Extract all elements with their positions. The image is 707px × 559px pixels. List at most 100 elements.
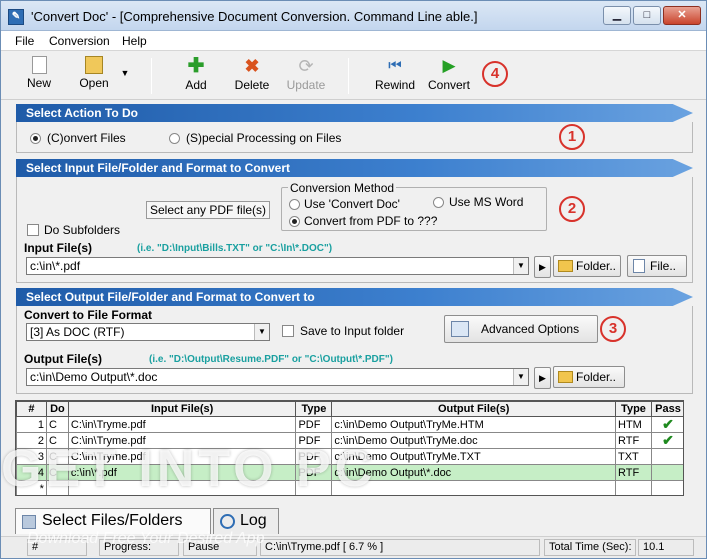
new-button[interactable]: New [23,56,55,90]
input-files-hint: (i.e. "D:\Input\Bills.TXT" or "C:\In\*.D… [137,243,333,254]
row-do: C [45,448,69,465]
column-header-input[interactable]: Input File(s) [67,401,297,417]
menu-conversion[interactable]: Conversion [49,34,110,48]
open-dropdown-arrow-icon[interactable]: ▼ [119,68,131,78]
row-number: 2 [16,432,47,449]
convert-button[interactable]: ▶ Convert [426,56,472,92]
input-files-combo[interactable]: c:\in\*.pdf ▼ [26,257,529,275]
input-panel: Select any PDF file(s) Do Subfolders Con… [16,177,693,283]
rewind-button[interactable]: ⏮ Rewind [373,56,417,92]
row-output-type: RTF [615,432,652,449]
settings-window-icon [451,321,469,337]
column-header-input-type[interactable]: Type [295,401,333,417]
tab-log[interactable]: Log [213,508,279,534]
row-output: c:\in\Demo Output\TryMe.TXT [331,448,616,465]
file-icon [633,259,645,273]
row-number: * [16,480,47,495]
row-do: C [45,416,69,433]
convert-files-radio[interactable] [30,133,41,144]
add-button[interactable]: ✚ Add [182,56,210,92]
row-output-type [615,480,652,495]
play-icon: ▶ [442,56,456,75]
callout-marker-3: 3 [600,316,626,342]
row-output: c:\in\Demo Output\TryMe.doc [331,432,616,449]
grid-header-row: # Do Input File(s) Type Output File(s) T… [16,401,683,417]
delete-x-icon: ✖ [244,56,260,76]
use-convert-doc-radio[interactable] [289,199,300,210]
files-grid[interactable]: # Do Input File(s) Type Output File(s) T… [15,400,684,496]
input-folder-label: Folder.. [576,259,617,273]
convert-files-label[interactable]: (C)onvert Files [47,131,126,145]
title-bar[interactable]: ✎ 'Convert Doc' - [Comprehensive Documen… [1,1,706,31]
tab-select-files-folders[interactable]: Select Files/Folders [15,508,211,534]
advanced-options-button[interactable]: Advanced Options [444,315,598,343]
column-header-do[interactable]: Do [45,401,69,417]
special-processing-label[interactable]: (S)pecial Processing on Files [186,131,341,145]
save-to-input-checkbox[interactable] [282,325,294,337]
file-format-select[interactable]: [3] As DOC (RTF) ▼ [26,323,270,341]
convert-from-pdf-label[interactable]: Convert from PDF to ??? [304,214,437,228]
use-convert-doc-label[interactable]: Use 'Convert Doc' [304,197,400,211]
output-files-combo[interactable]: c:\in\Demo Output\*.doc ▼ [26,368,529,386]
status-current-file: C:\in\Tryme.pdf [ 6.7 % ] [260,539,540,556]
do-subfolders-label[interactable]: Do Subfolders [44,223,120,237]
table-row-new[interactable]: * [16,480,683,495]
save-to-input-label[interactable]: Save to Input folder [300,324,404,338]
table-row[interactable]: 1 C C:\in\Tryme.pdf PDF c:\in\Demo Outpu… [16,416,683,433]
conversion-method-title: Conversion Method [288,181,397,195]
input-play-button[interactable]: ▶ [534,256,551,278]
use-ms-word-label[interactable]: Use MS Word [449,195,523,209]
delete-button[interactable]: ✖ Delete [233,56,271,92]
folder-icon [558,371,573,383]
row-output-type: HTM [615,416,652,433]
output-files-hint: (i.e. "D:\Output\Resume.PDF" or "C:\Outp… [149,354,393,365]
row-input-type: PDF [295,416,333,433]
column-header-pass[interactable]: Pass [650,401,683,417]
toolbar-separator [151,58,152,94]
input-folder-button[interactable]: Folder.. [553,255,621,277]
pause-button[interactable]: Pause [183,539,257,556]
column-header-number[interactable]: # [16,401,47,417]
minimize-button[interactable]: ▁ [603,6,631,25]
output-folder-button[interactable]: Folder.. [553,366,625,388]
column-header-output-type[interactable]: Type [615,401,652,417]
row-pass [650,448,683,465]
floppy-icon [85,56,103,74]
menu-file[interactable]: File [15,34,34,48]
convert-label: Convert [427,78,471,92]
new-document-icon [31,56,47,74]
folder-icon [558,260,573,272]
row-input-type: PDF [295,448,333,465]
output-play-button[interactable]: ▶ [534,367,551,389]
do-subfolders-checkbox[interactable] [27,224,39,236]
refresh-icon: ⟳ [298,56,314,76]
advanced-options-label: Advanced Options [481,322,580,336]
row-number: 4 [16,464,47,481]
close-button[interactable]: ✕ [663,6,701,25]
table-row[interactable]: 3 C C:\in\Tryme.pdf PDF c:\in\Demo Outpu… [16,448,683,465]
chevron-down-icon[interactable]: ▼ [513,369,528,385]
row-output-type: RTF [615,464,652,481]
row-output-type: TXT [615,448,652,465]
input-file-button[interactable]: File.. [627,255,687,277]
row-input-type: PDF [295,432,333,449]
toolbar: New Open ▼ ✚ Add ✖ Delete ⟳ Update ⏮ Rew… [1,52,706,100]
special-processing-radio[interactable] [169,133,180,144]
maximize-button[interactable]: □ [633,6,661,25]
row-input [67,480,297,495]
input-file-label: File.. [650,259,677,273]
app-window: ✎ 'Convert Doc' - [Comprehensive Documen… [0,0,707,559]
use-ms-word-radio[interactable] [433,197,444,208]
table-row[interactable]: 2 C C:\in\Tryme.pdf PDF c:\in\Demo Outpu… [16,432,683,449]
input-section-header: Select Input File/Folder and Format to C… [16,159,693,177]
tab-log-label: Log [240,512,267,529]
update-button[interactable]: ⟳ Update [285,56,327,92]
chevron-down-icon[interactable]: ▼ [513,258,528,274]
column-header-output[interactable]: Output File(s) [331,401,616,417]
convert-from-pdf-radio[interactable] [289,216,300,227]
open-button[interactable]: Open [77,56,111,90]
table-row-selected[interactable]: 4 C c:\in\*.pdf PDF c:\in\Demo Output\*.… [16,464,683,481]
chevron-down-icon[interactable]: ▼ [254,324,269,340]
files-tab-icon [22,515,36,529]
menu-help[interactable]: Help [122,34,147,48]
